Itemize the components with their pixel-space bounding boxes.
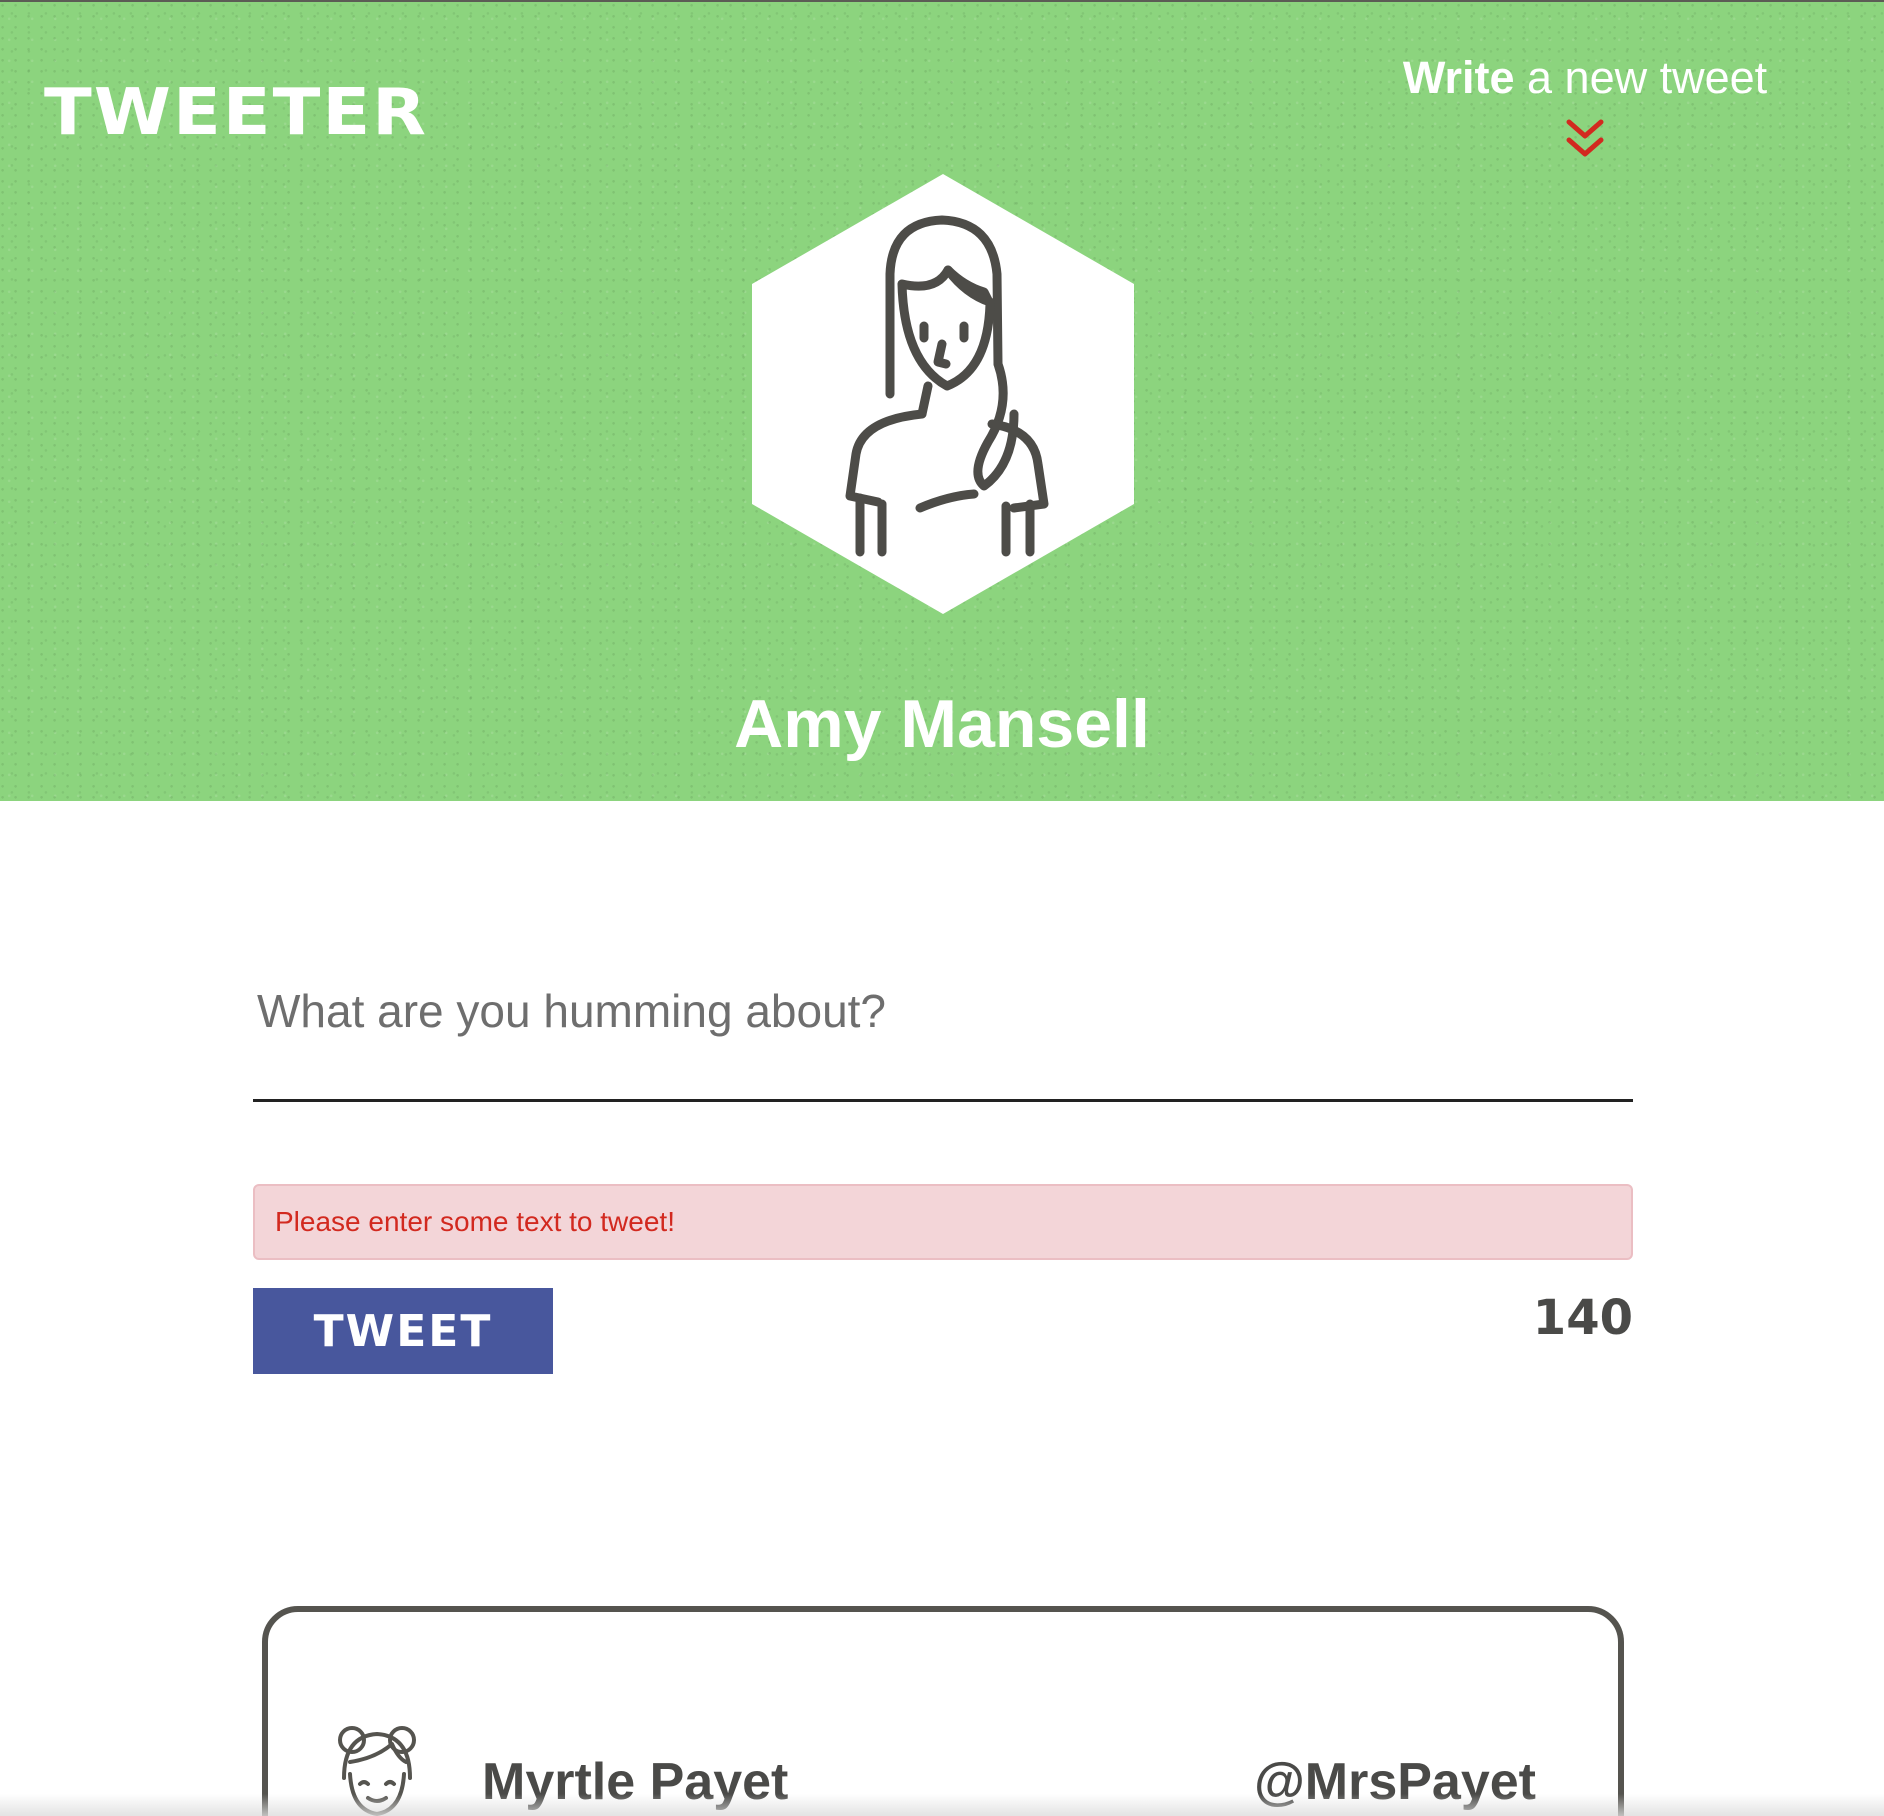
write-new-tweet-bold: Write [1402,52,1515,103]
profile-header: TWEETER Write a new tweet Amy Mansell [0,0,1884,801]
write-new-tweet-label[interactable]: Write a new tweet [1380,50,1790,106]
new-tweet-form: Please enter some text to tweet! TWEET 1… [253,960,1633,1374]
tweet-text-input[interactable] [253,960,1633,1102]
tweet-submit-button[interactable]: TWEET [253,1288,553,1374]
error-message: Please enter some text to tweet! [253,1184,1633,1260]
write-new-tweet-toggle[interactable]: Write a new tweet [1380,50,1790,162]
tweeter-page: TWEETER Write a new tweet Amy Mansell Wh… [0,0,1884,1816]
double-chevron-down-icon[interactable] [1563,116,1607,162]
profile-avatar [752,174,1134,614]
write-new-tweet-rest: a new tweet [1514,52,1768,103]
profile-name: Amy Mansell [734,686,1150,762]
character-counter: 140 [1532,1290,1633,1346]
app-logo[interactable]: TWEETER [44,75,428,149]
tweet-card: Myrtle Payet @MrsPayet [262,1606,1624,1816]
hexagon-frame [752,174,1134,614]
scroll-fade [0,1794,1884,1816]
